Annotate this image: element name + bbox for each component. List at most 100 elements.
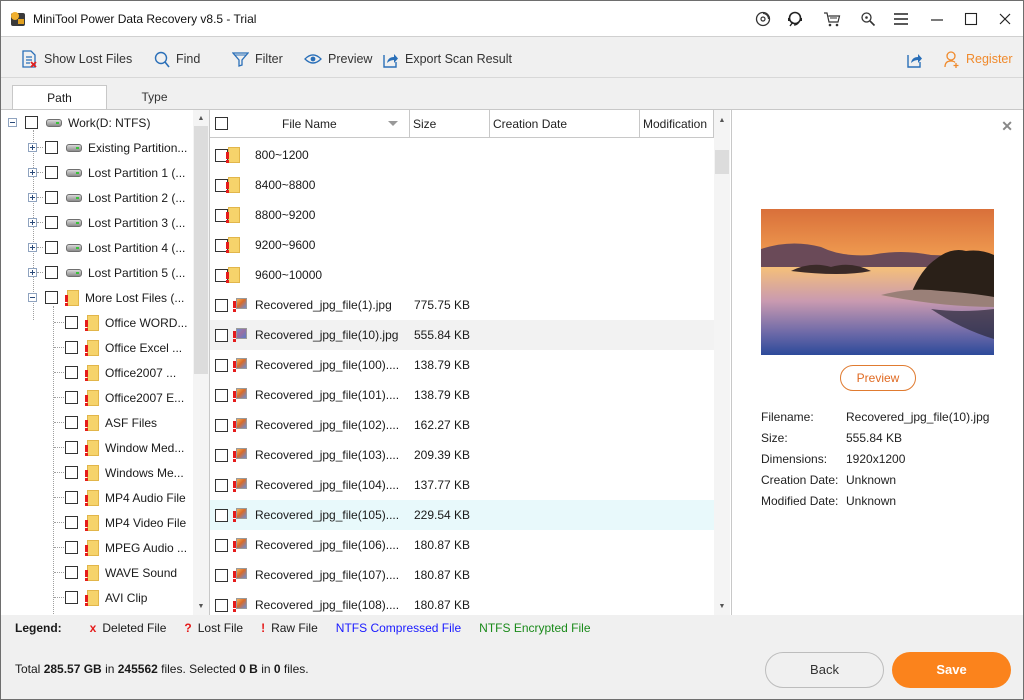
tree-item-partition[interactable]: Lost Partition 2 (...: [28, 185, 185, 210]
back-button[interactable]: Back: [765, 652, 884, 688]
tree-item-file-type[interactable]: MPEG Audio ...: [65, 535, 187, 560]
file-checkbox[interactable]: [215, 418, 228, 432]
file-checkbox[interactable]: [215, 358, 228, 372]
tree-item-partition[interactable]: Existing Partition...: [28, 135, 187, 160]
file-row[interactable]: Recovered_jpg_file(101).... 138.79 KB: [210, 380, 714, 410]
collapse-icon[interactable]: [8, 118, 17, 127]
tree-checkbox[interactable]: [25, 116, 38, 129]
file-checkbox[interactable]: [215, 598, 228, 612]
file-row[interactable]: Recovered_jpg_file(10).jpg 555.84 KB: [210, 320, 714, 350]
tree-checkbox[interactable]: [65, 416, 78, 429]
share-button[interactable]: [906, 50, 923, 68]
tree-item-partition[interactable]: Lost Partition 4 (...: [28, 235, 185, 260]
tree-checkbox[interactable]: [45, 241, 58, 254]
tree-checkbox[interactable]: [65, 591, 78, 604]
expand-icon[interactable]: [28, 168, 37, 177]
minimize-icon[interactable]: [927, 10, 947, 28]
file-checkbox[interactable]: [215, 568, 228, 582]
tree-item-file-type[interactable]: Office2007 E...: [65, 385, 184, 410]
file-checkbox[interactable]: [215, 538, 228, 552]
disc-icon[interactable]: [753, 10, 773, 28]
scroll-down-arrow[interactable]: ▼: [193, 600, 209, 614]
file-row[interactable]: Recovered_jpg_file(105).... 229.54 KB: [210, 500, 714, 530]
tree-checkbox[interactable]: [65, 316, 78, 329]
tree-item-partition[interactable]: Lost Partition 3 (...: [28, 210, 185, 235]
file-row[interactable]: Recovered_jpg_file(104).... 137.77 KB: [210, 470, 714, 500]
tree-scrollbar[interactable]: ▲ ▼: [193, 110, 209, 615]
expand-icon[interactable]: [28, 143, 37, 152]
file-checkbox[interactable]: [215, 508, 228, 522]
file-row[interactable]: 9600~10000: [210, 260, 714, 290]
file-checkbox[interactable]: [215, 478, 228, 492]
file-row[interactable]: 8800~9200: [210, 200, 714, 230]
close-icon[interactable]: [995, 10, 1015, 28]
file-row[interactable]: Recovered_jpg_file(1).jpg 775.75 KB: [210, 290, 714, 320]
register-button[interactable]: Register: [944, 50, 1013, 68]
menu-icon[interactable]: [891, 10, 911, 28]
preview-toolbar-button[interactable]: Preview: [304, 50, 372, 68]
tab-type[interactable]: Type: [107, 85, 202, 110]
tree-checkbox[interactable]: [65, 541, 78, 554]
close-preview-icon[interactable]: ✕: [1001, 118, 1013, 135]
preview-button[interactable]: Preview: [840, 365, 916, 391]
file-checkbox[interactable]: [215, 298, 228, 312]
cart-icon[interactable]: [822, 10, 842, 28]
file-row[interactable]: 8400~8800: [210, 170, 714, 200]
tree-root[interactable]: Work(D: NTFS): [8, 110, 150, 135]
file-checkbox[interactable]: [215, 448, 228, 462]
tree-checkbox[interactable]: [45, 191, 58, 204]
tree-checkbox[interactable]: [65, 391, 78, 404]
column-file-name[interactable]: File Name: [210, 110, 410, 138]
tree-checkbox[interactable]: [65, 516, 78, 529]
tree-checkbox[interactable]: [45, 166, 58, 179]
tree-item-file-type[interactable]: Office2007 ...: [65, 360, 176, 385]
file-row[interactable]: Recovered_jpg_file(102).... 162.27 KB: [210, 410, 714, 440]
tree-item-file-type[interactable]: MP4 Audio File: [65, 485, 186, 510]
find-button[interactable]: Find: [154, 50, 200, 68]
tree-item-file-type[interactable]: Windows Me...: [65, 460, 184, 485]
file-list-scroll-thumb[interactable]: [715, 150, 729, 174]
tree-item-partition[interactable]: Lost Partition 1 (...: [28, 160, 185, 185]
file-row[interactable]: Recovered_jpg_file(107).... 180.87 KB: [210, 560, 714, 590]
key-search-icon[interactable]: [858, 10, 878, 28]
file-checkbox[interactable]: [215, 328, 228, 342]
expand-icon[interactable]: [28, 243, 37, 252]
tree-checkbox[interactable]: [65, 491, 78, 504]
tree-checkbox[interactable]: [45, 266, 58, 279]
expand-icon[interactable]: [28, 218, 37, 227]
column-size[interactable]: Size: [410, 110, 490, 138]
tree-checkbox[interactable]: [65, 441, 78, 454]
tree-checkbox[interactable]: [45, 216, 58, 229]
file-row[interactable]: 800~1200: [210, 140, 714, 170]
filter-button[interactable]: Filter: [232, 50, 283, 68]
tree-item-more-lost-files[interactable]: More Lost Files (...: [28, 285, 184, 310]
show-lost-files-button[interactable]: Show Lost Files: [21, 50, 132, 68]
file-row[interactable]: Recovered_jpg_file(106).... 180.87 KB: [210, 530, 714, 560]
file-checkbox[interactable]: [215, 388, 228, 402]
file-row[interactable]: 9200~9600: [210, 230, 714, 260]
export-scan-result-button[interactable]: Export Scan Result: [382, 50, 512, 68]
tree-checkbox[interactable]: [45, 291, 58, 304]
file-list-scrollbar[interactable]: ▲ ▼: [714, 110, 730, 615]
collapse-icon[interactable]: [28, 293, 37, 302]
support-icon[interactable]: [785, 10, 805, 28]
file-row[interactable]: Recovered_jpg_file(103).... 209.39 KB: [210, 440, 714, 470]
tree-checkbox[interactable]: [65, 466, 78, 479]
expand-icon[interactable]: [28, 268, 37, 277]
scroll-down-arrow[interactable]: ▼: [714, 600, 730, 614]
tree-checkbox[interactable]: [65, 566, 78, 579]
tab-path[interactable]: Path: [12, 85, 107, 110]
expand-icon[interactable]: [28, 193, 37, 202]
maximize-icon[interactable]: [961, 10, 981, 28]
tree-item-file-type[interactable]: WAVE Sound: [65, 560, 177, 585]
tree-item-file-type[interactable]: ASF Files: [65, 410, 157, 435]
column-creation-date[interactable]: Creation Date: [490, 110, 640, 138]
column-modification[interactable]: Modification: [640, 110, 714, 138]
tree-item-file-type[interactable]: Office WORD...: [65, 310, 187, 335]
tree-scroll-thumb[interactable]: [194, 126, 208, 374]
tree-item-file-type[interactable]: Window Med...: [65, 435, 184, 460]
scroll-up-arrow[interactable]: ▲: [193, 112, 209, 126]
save-button[interactable]: Save: [892, 652, 1011, 688]
scroll-up-arrow[interactable]: ▲: [714, 114, 730, 128]
tree-item-file-type[interactable]: Office Excel ...: [65, 335, 182, 360]
